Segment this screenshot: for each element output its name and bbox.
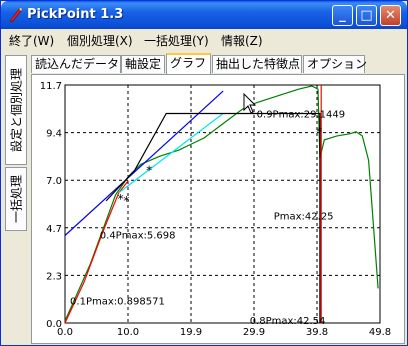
- chart-annotation: Pmax:42.25: [274, 211, 334, 222]
- tab-loaded-data-label: 読込んだデータ: [35, 57, 120, 71]
- series-line-2: [64, 90, 224, 236]
- point-marker: *: [316, 125, 322, 139]
- graph-chart: 0.0 10.0 19.9 29.9 39.8 49.80.02.34.77.09.411…: [40, 81, 391, 338]
- title-bar[interactable]: PickPoint 1.3 _ □ ✕: [1, 1, 407, 29]
- pickpoint-app-icon: [9, 8, 22, 23]
- tab-options[interactable]: オプション: [303, 55, 368, 73]
- close-button[interactable]: ✕: [380, 5, 401, 26]
- x-tick-label: 49.8: [369, 327, 391, 338]
- y-tick-label: 7.0: [46, 176, 62, 187]
- side-tab-settings[interactable]: 設定と個別処理: [5, 55, 27, 165]
- y-tick-label: 9.4: [46, 129, 62, 140]
- point-marker: *: [123, 194, 129, 208]
- tab-axis-settings-label: 軸設定: [125, 57, 162, 71]
- tab-extracted-points[interactable]: 抽出した特徴点: [212, 55, 302, 73]
- side-tab-strip: 設定と個別処理 一括処理: [3, 53, 29, 345]
- series-line-3: [118, 113, 224, 194]
- tab-extracted-points-label: 抽出した特徴点: [216, 57, 301, 71]
- tab-graph-label: グラフ: [170, 56, 207, 70]
- side-tab-settings-label: 設定と個別処理: [9, 67, 24, 153]
- menu-individual-process[interactable]: 個別処理(X): [67, 32, 133, 49]
- tab-axis-settings[interactable]: 軸設定: [121, 55, 165, 73]
- menu-bar: 終了(W) 個別処理(X) 一括処理(Y) 情報(Z): [1, 29, 407, 49]
- point-marker: *: [146, 163, 152, 177]
- menu-batch-process[interactable]: 一括処理(Y): [144, 32, 209, 49]
- tab-graph[interactable]: グラフ: [166, 53, 211, 74]
- x-tick-label: 39.8: [306, 327, 328, 338]
- x-tick-label: 10.0: [117, 327, 139, 338]
- maximize-button[interactable]: □: [356, 5, 377, 26]
- window-title: PickPoint 1.3: [27, 7, 124, 22]
- tab-loaded-data[interactable]: 読込んだデータ: [31, 55, 121, 73]
- app-window: PickPoint 1.3 _ □ ✕ 終了(W) 個別処理(X) 一括処理(Y…: [0, 0, 408, 346]
- graph-panel: 0.0 10.0 19.9 29.9 39.8 49.8 0.0 2.3 4.7 7.0 9.4 11…: [31, 74, 405, 344]
- menu-info[interactable]: 情報(Z): [221, 32, 263, 49]
- y-tick-label: 2.3: [46, 271, 62, 282]
- x-tick-label: 19.9: [180, 327, 202, 338]
- chart-annotation: 0.9Pmax:29.1449: [257, 110, 345, 121]
- chart-annotation: 0.1Pmax:0.898571: [70, 297, 165, 308]
- series-line-0: [64, 85, 379, 322]
- y-tick-label: 0.0: [46, 319, 62, 330]
- chart-annotation: 0.8Pmax:42.54: [250, 316, 326, 327]
- y-tick-label: 11.7: [40, 81, 62, 92]
- tab-options-label: オプション: [307, 57, 368, 71]
- menu-exit[interactable]: 終了(W): [9, 32, 54, 49]
- y-tick-label: 4.7: [46, 224, 62, 235]
- side-tab-batch-label: 一括処理: [9, 174, 24, 224]
- minimize-button[interactable]: _: [332, 5, 353, 26]
- mouse-cursor-icon: [243, 93, 257, 114]
- side-tab-batch[interactable]: 一括処理: [5, 167, 27, 231]
- x-tick-label: 29.9: [243, 327, 265, 338]
- chart-annotation: 0.4Pmax:5.698: [100, 231, 176, 242]
